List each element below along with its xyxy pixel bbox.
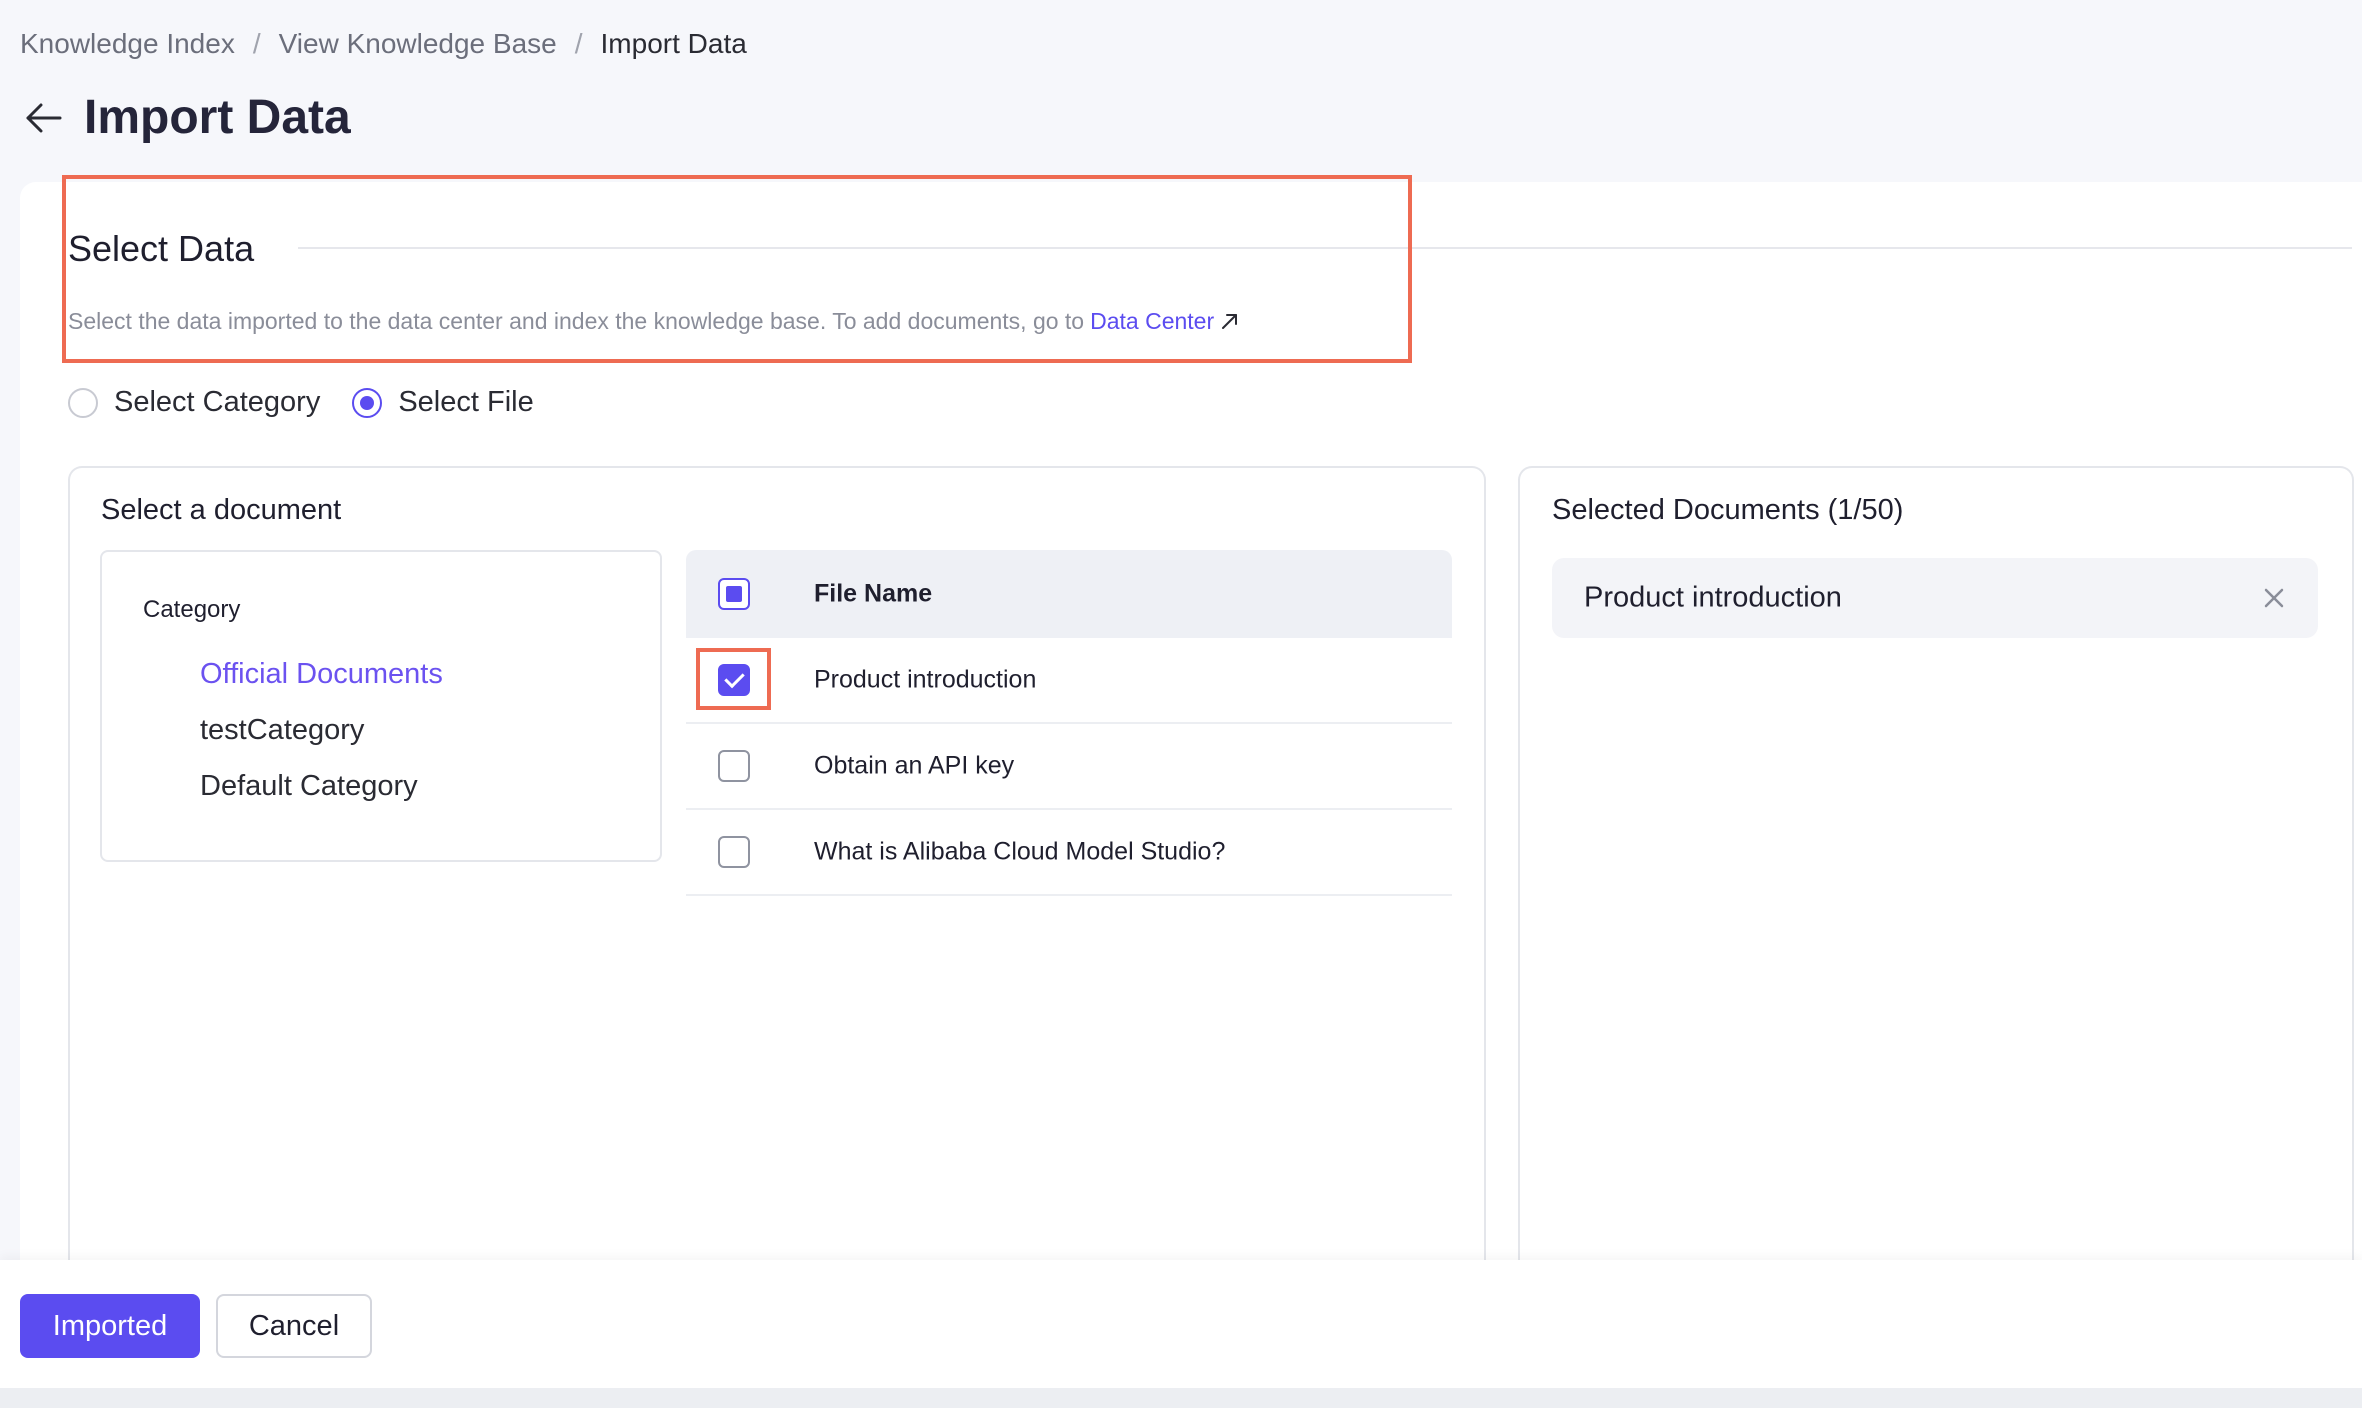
radio-select-category[interactable]: Select Category [68, 386, 320, 419]
column-header-file-name: File Name [814, 579, 933, 608]
radio-select-file-label: Select File [398, 386, 534, 418]
breadcrumb-view-knowledge-base[interactable]: View Knowledge Base [279, 28, 557, 60]
category-item-default-category[interactable]: Default Category [200, 770, 418, 803]
row-checkbox-what-is-model-studio[interactable] [718, 836, 750, 868]
file-name: Product introduction [814, 665, 1037, 694]
table-row[interactable]: Obtain an API key [686, 724, 1452, 810]
breadcrumb-separator: / [252, 28, 261, 59]
section-divider [298, 247, 2352, 249]
category-item-testcategory[interactable]: testCategory [200, 714, 364, 747]
bottom-strip [0, 1388, 2362, 1408]
external-link-icon [1222, 314, 1238, 329]
category-item-official-documents[interactable]: Official Documents [200, 658, 443, 691]
table-row[interactable]: What is Alibaba Cloud Model Studio? [686, 810, 1452, 896]
imported-button[interactable]: Imported [20, 1294, 200, 1358]
arrow-left-icon [26, 103, 62, 132]
select-document-title: Select a document [101, 494, 342, 526]
radio-select-file[interactable]: Select File [352, 386, 534, 419]
page-header: Import Data [20, 90, 351, 145]
row-checkbox-product-introduction[interactable] [718, 664, 750, 696]
radio-checked-icon [352, 387, 383, 418]
description-text: Select the data imported to the data cen… [68, 308, 1085, 334]
breadcrumb-knowledge-index[interactable]: Knowledge Index [20, 28, 235, 60]
breadcrumb: Knowledge Index / View Knowledge Base / … [20, 28, 747, 60]
import-data-page: Knowledge Index / View Knowledge Base / … [0, 0, 2362, 1408]
radio-select-category-label: Select Category [114, 386, 321, 418]
selected-documents-title: Selected Documents (1/50) [1552, 494, 1904, 526]
row-checkbox-obtain-api-key[interactable] [718, 750, 750, 782]
radio-unchecked-icon [68, 387, 98, 418]
data-center-link[interactable]: Data Center [1090, 308, 1240, 334]
select-all-checkbox[interactable] [718, 578, 750, 610]
table-row[interactable]: Product introduction [686, 638, 1452, 724]
data-center-link-label: Data Center [1090, 308, 1215, 334]
file-table: File Name Product introduction Obtain an… [686, 550, 1452, 896]
select-data-description: Select the data imported to the data cen… [68, 308, 1240, 335]
page-title: Import Data [84, 91, 351, 144]
category-heading: Category [143, 596, 241, 623]
select-data-title: Select Data [68, 228, 255, 269]
file-name: Obtain an API key [814, 751, 1015, 780]
table-header: File Name [686, 550, 1452, 638]
breadcrumb-import-data: Import Data [600, 28, 747, 59]
selection-mode-radio-group: Select Category Select File [68, 386, 566, 419]
file-name: What is Alibaba Cloud Model Studio? [814, 837, 1226, 866]
back-button[interactable] [20, 94, 68, 142]
cancel-button[interactable]: Cancel [216, 1294, 372, 1358]
selected-document-item: Product introduction [1552, 558, 2318, 638]
close-icon[interactable] [2260, 584, 2288, 612]
breadcrumb-separator: / [574, 28, 583, 59]
selected-document-name: Product introduction [1584, 581, 1842, 614]
